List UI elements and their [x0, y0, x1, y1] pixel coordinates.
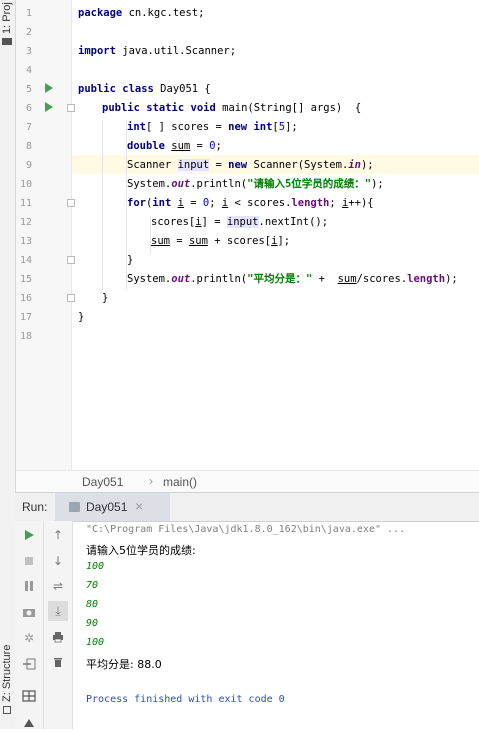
- console-result: 平均分是: 88.0: [86, 658, 162, 671]
- run-class-icon[interactable]: [44, 82, 54, 94]
- line-number: 7: [25, 122, 32, 133]
- code-line-6: public static void main(String[] args) {: [102, 102, 362, 114]
- indent-guide: [102, 120, 103, 290]
- breadcrumb: Day051 › main(): [16, 470, 479, 493]
- code-line-1: package cn.kgc.test;: [78, 7, 205, 19]
- trash-icon[interactable]: [48, 652, 68, 672]
- console-prompt: 请输入5位学员的成绩:: [86, 544, 196, 557]
- breadcrumb-class[interactable]: Day051: [82, 475, 123, 489]
- left-tool-strip: 1: Proj Z: Structure: [0, 0, 16, 729]
- line-number: 11: [19, 198, 32, 209]
- code-line-11: for(int i = 0; i < scores.length; i++){: [127, 197, 374, 209]
- rerun-icon[interactable]: [19, 525, 39, 545]
- code-line-8: double sum = 0;: [127, 140, 222, 152]
- code-line-7: int[ ] scores = new int[5];: [127, 121, 298, 133]
- code-line-12: scores[i] = input.nextInt();: [151, 216, 329, 228]
- console-input-line: 80: [86, 599, 99, 610]
- scroll-to-end-icon[interactable]: ⤓: [48, 601, 68, 621]
- line-number: 14: [19, 255, 32, 266]
- console-tab-icon: [69, 502, 80, 512]
- console-input-line: 90: [86, 618, 99, 629]
- code-editor[interactable]: package cn.kgc.test; import java.util.Sc…: [72, 0, 479, 470]
- code-line-16: }: [102, 292, 109, 304]
- up-arrow-icon[interactable]: ↑: [48, 525, 68, 545]
- project-folder-icon: [2, 38, 12, 45]
- close-tab-icon[interactable]: ×: [135, 498, 143, 514]
- pause-icon[interactable]: [19, 576, 39, 596]
- code-line-3: import java.util.Scanner;: [78, 45, 237, 57]
- code-line-13: sum = sum + scores[i];: [151, 235, 291, 247]
- soft-wrap-icon[interactable]: ⇌: [48, 576, 68, 596]
- console-input-line: 70: [86, 580, 99, 591]
- line-number: 8: [25, 141, 32, 152]
- line-number: 3: [25, 46, 32, 57]
- line-number: 17: [19, 312, 32, 323]
- line-number: 6: [25, 103, 32, 114]
- line-number: 15: [19, 274, 32, 285]
- run-tab-label: Day051: [86, 500, 128, 514]
- down-arrow-icon[interactable]: ↓: [48, 551, 68, 571]
- run-label: Run:: [22, 500, 48, 514]
- structure-tool-tab[interactable]: Z: Structure: [1, 645, 13, 702]
- project-tool-tab[interactable]: 1: Proj: [1, 2, 13, 34]
- code-line-17: }: [78, 311, 85, 323]
- line-number: 1: [25, 8, 32, 19]
- line-number: 2: [25, 27, 32, 38]
- line-number: 12: [19, 217, 32, 228]
- console-exit-message: Process finished with exit code 0: [86, 694, 285, 705]
- line-number: 10: [19, 179, 32, 190]
- run-tab[interactable]: Day051 ×: [55, 493, 170, 521]
- run-toolbar-secondary: ↑ ↓ ⇌ ⤓: [44, 521, 73, 729]
- print-icon[interactable]: [48, 627, 68, 647]
- console-output[interactable]: "C:\Program Files\Java\jdk1.8.0_162\bin\…: [73, 521, 479, 729]
- breadcrumb-method[interactable]: main(): [163, 475, 197, 489]
- code-line-5: public class Day051 {: [78, 83, 211, 95]
- stop-icon[interactable]: [19, 551, 39, 571]
- console-input-line: 100: [86, 561, 105, 572]
- structure-icon: [3, 706, 11, 714]
- exit-icon[interactable]: [19, 654, 39, 674]
- layout-icon[interactable]: [19, 686, 39, 706]
- breadcrumb-separator: ›: [149, 474, 153, 488]
- console-command-line: "C:\Program Files\Java\jdk1.8.0_162\bin\…: [86, 524, 406, 535]
- code-line-9: Scanner input = new Scanner(System.in);: [127, 159, 374, 171]
- line-number: 16: [19, 293, 32, 304]
- line-number: 4: [25, 65, 32, 76]
- run-main-icon[interactable]: [44, 101, 54, 113]
- settings-icon[interactable]: ✲: [19, 628, 39, 648]
- code-line-15: System.out.println("平均分是：" + sum/scores.…: [127, 273, 458, 285]
- line-number: 18: [19, 331, 32, 342]
- run-toolbar-primary: ✲: [15, 521, 44, 729]
- line-number: 13: [19, 236, 32, 247]
- pin-icon[interactable]: [19, 713, 39, 733]
- code-line-14: }: [127, 254, 134, 266]
- code-line-10: System.out.println("请输入5位学员的成绩：");: [127, 178, 384, 190]
- run-panel-header: Run: Day051 ×: [15, 492, 479, 522]
- console-input-line: 100: [86, 637, 105, 648]
- line-number: 9: [25, 160, 32, 171]
- line-number: 5: [25, 84, 32, 95]
- camera-icon[interactable]: [19, 602, 39, 622]
